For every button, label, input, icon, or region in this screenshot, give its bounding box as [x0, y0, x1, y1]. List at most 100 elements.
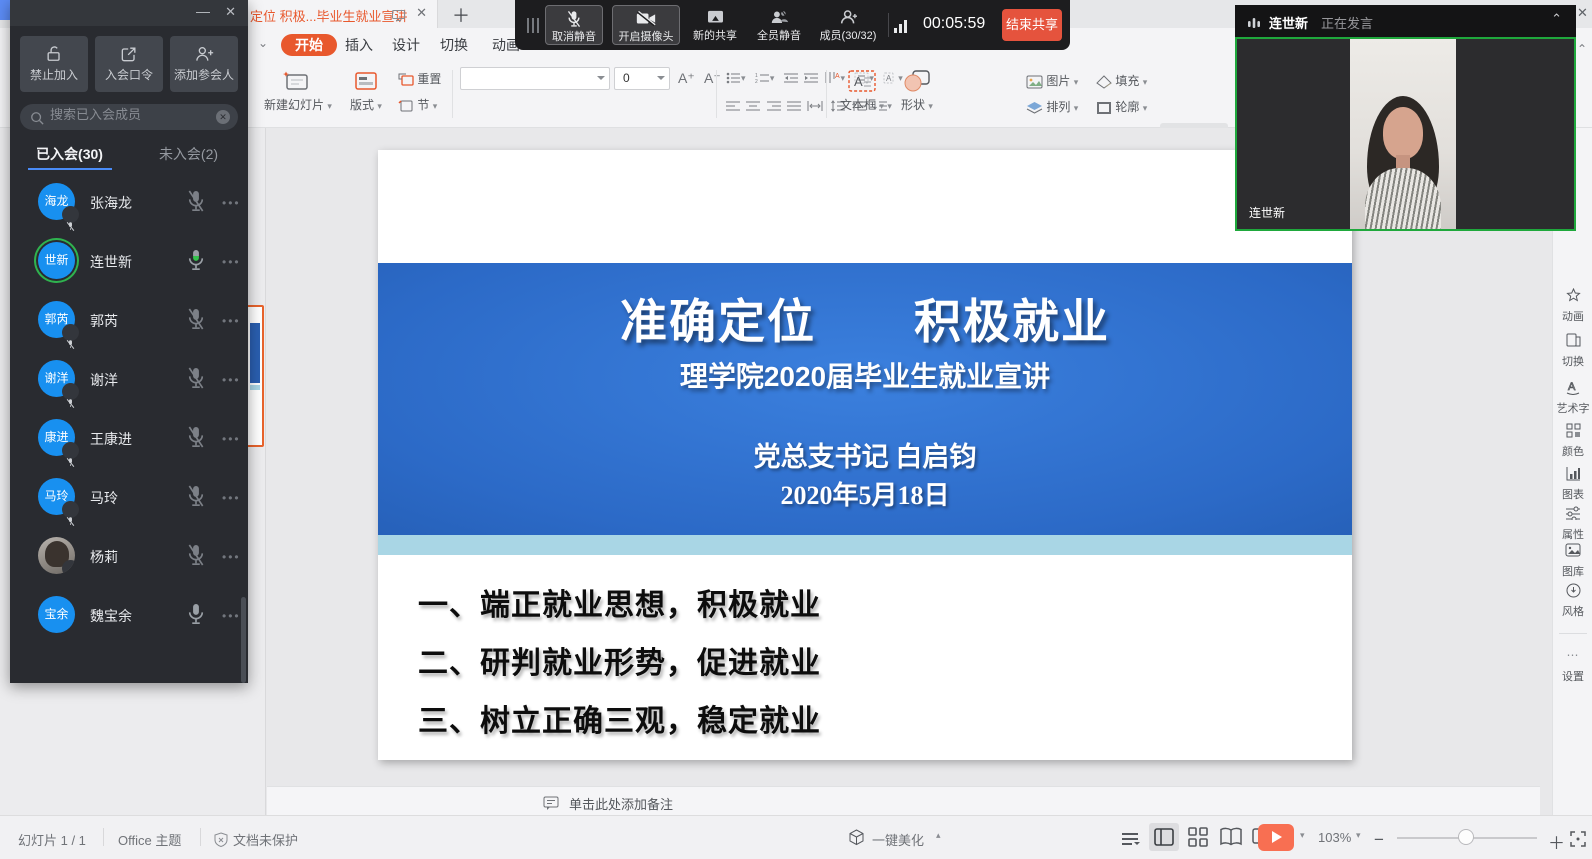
reset-button[interactable]: 重置: [398, 70, 441, 87]
notes-bar[interactable]: 单击此处添加备注: [267, 786, 1540, 815]
mute-all-button[interactable]: 全员静音: [749, 5, 809, 45]
sidebar-wordart[interactable]: A 艺术字: [1553, 380, 1592, 416]
more-actions-icon[interactable]: •••: [222, 196, 241, 210]
sidebar-chart[interactable]: 图表: [1553, 466, 1592, 502]
mic-muted-icon[interactable]: [186, 189, 208, 215]
panel-titlebar[interactable]: — ✕: [10, 0, 248, 26]
video-header[interactable]: 连世新 正在发言 ⌃: [1235, 5, 1576, 37]
zoom-in-button[interactable]: ＋: [1548, 829, 1565, 854]
ribbon-collapse-corner-icon[interactable]: ⌃: [1577, 42, 1587, 56]
document-tab-close-icon[interactable]: ✕: [416, 5, 427, 21]
sidebar-style[interactable]: 风格: [1553, 583, 1592, 619]
speaker-video-window[interactable]: 连世新 正在发言 ⌃ 连世新: [1235, 5, 1576, 231]
font-size-combo[interactable]: 0: [614, 67, 670, 90]
tab-insert[interactable]: 插入: [345, 34, 373, 56]
more-actions-icon[interactable]: •••: [222, 373, 241, 387]
forbid-join-button[interactable]: 禁止加入: [20, 36, 88, 92]
increase-indent-icon[interactable]: [804, 70, 818, 84]
sidebar-gallery[interactable]: 图库: [1553, 543, 1592, 579]
decrease-font-button[interactable]: A⁻: [704, 70, 721, 87]
more-actions-icon[interactable]: •••: [222, 255, 241, 269]
meeting-code-button[interactable]: 入会口令: [95, 36, 163, 92]
view-reading-icon[interactable]: [1220, 827, 1242, 847]
more-actions-icon[interactable]: •••: [222, 491, 241, 505]
participant-row[interactable]: 马玲 马玲 •••: [10, 467, 248, 526]
tab-transition[interactable]: 切换: [440, 34, 468, 56]
participant-row[interactable]: 杨莉 •••: [10, 526, 248, 585]
tab-design[interactable]: 设计: [392, 34, 420, 56]
protection-status[interactable]: 文档未保护: [233, 830, 298, 849]
view-normal-icon[interactable]: [1154, 827, 1174, 847]
more-actions-icon[interactable]: •••: [222, 609, 241, 623]
meeting-control-bar[interactable]: 取消静音 开启摄像头 新的共享 全员静音 成员(30/32): [515, 0, 1070, 50]
members-button[interactable]: 成员(30/32): [815, 5, 881, 45]
mic-muted-icon[interactable]: [186, 366, 208, 392]
search-clear-icon[interactable]: ✕: [216, 110, 230, 124]
search-input[interactable]: [50, 107, 200, 122]
slide-speaker[interactable]: 党总支书记 白启钧: [378, 435, 1352, 474]
textbox-button[interactable]: A 文本框 ▾: [834, 66, 890, 113]
picture-button[interactable]: 图片 ▾: [1026, 72, 1078, 89]
increase-font-button[interactable]: A⁺: [678, 70, 695, 87]
play-dropdown-icon[interactable]: ▾: [1300, 830, 1305, 841]
zoom-out-button[interactable]: −: [1374, 830, 1384, 850]
arrange-button[interactable]: 排列 ▾: [1026, 98, 1078, 115]
slide-point-1[interactable]: 一、端正就业思想，积极就业: [418, 580, 1318, 624]
shapes-button[interactable]: 形状 ▾: [894, 66, 940, 113]
new-document-tab-button[interactable]: ＋: [452, 2, 470, 28]
zoom-percent[interactable]: 103%: [1318, 830, 1351, 845]
mic-muted-icon[interactable]: [186, 307, 208, 333]
more-actions-icon[interactable]: •••: [222, 432, 241, 446]
mic-on-icon[interactable]: [186, 602, 208, 628]
mic-muted-icon[interactable]: [186, 543, 208, 569]
mic-muted-icon[interactable]: [186, 425, 208, 451]
participant-row[interactable]: 康进 王康进 •••: [10, 408, 248, 467]
add-participant-button[interactable]: 添加参会人: [170, 36, 238, 92]
wps-home-tab-sliver[interactable]: [0, 0, 10, 20]
mic-muted-icon[interactable]: [186, 484, 208, 510]
section-button[interactable]: 节 ▾: [398, 96, 437, 113]
new-slide-button[interactable]: 新建幻灯片 ▾: [264, 66, 328, 113]
mic-speaking-icon[interactable]: [186, 248, 208, 274]
panel-scrollbar[interactable]: [241, 597, 246, 683]
zoom-slider-knob[interactable]: [1458, 829, 1474, 845]
outline-button[interactable]: 轮廓 ▾: [1096, 98, 1147, 115]
window-close-button[interactable]: ✕: [1577, 5, 1588, 21]
slide-point-3[interactable]: 三、树立正确三观，稳定就业: [418, 696, 1318, 740]
decrease-indent-icon[interactable]: [784, 70, 798, 84]
tab-home[interactable]: 开始: [281, 34, 337, 56]
slide-subtitle[interactable]: 理学院2020届毕业生就业宣讲: [378, 355, 1352, 395]
sidebar-properties[interactable]: 属性: [1553, 506, 1592, 542]
unmute-button[interactable]: 取消静音: [545, 5, 603, 45]
new-share-button[interactable]: 新的共享: [687, 5, 743, 45]
video-collapse-icon[interactable]: ⌃: [1551, 11, 1562, 27]
slide-title[interactable]: 准确定位 积极就业: [378, 283, 1352, 352]
align-right-icon[interactable]: [767, 98, 781, 112]
participant-row[interactable]: 谢洋 谢洋 •••: [10, 349, 248, 408]
justify-icon[interactable]: [787, 98, 801, 112]
slide[interactable]: 准确定位 积极就业 理学院2020届毕业生就业宣讲 党总支书记 白启钧 2020…: [378, 150, 1352, 760]
ribbon-collapse-icon[interactable]: ⌄: [258, 36, 268, 50]
tab-not-joined[interactable]: 未入会(2): [129, 144, 248, 164]
panel-minimize-icon[interactable]: —: [196, 3, 210, 19]
end-share-button[interactable]: 结束共享: [1002, 9, 1062, 41]
fill-button[interactable]: 填充 ▾: [1096, 72, 1147, 89]
align-center-icon[interactable]: [746, 98, 760, 112]
more-actions-icon[interactable]: •••: [222, 550, 241, 564]
theme-name[interactable]: Office 主题: [118, 830, 181, 849]
drag-handle-icon[interactable]: [527, 18, 539, 33]
participant-row[interactable]: 世新 连世新 •••: [10, 231, 248, 290]
slide-point-2[interactable]: 二、研判就业形势，促进就业: [418, 638, 1318, 682]
beautify-button[interactable]: 一键美化: [872, 830, 924, 849]
play-slideshow-button[interactable]: [1258, 824, 1294, 851]
sidebar-transition[interactable]: 切换: [1553, 333, 1592, 369]
bullet-list-icon[interactable]: [726, 70, 741, 84]
view-sorter-icon[interactable]: [1188, 827, 1208, 847]
more-actions-icon[interactable]: •••: [222, 314, 241, 328]
participant-row[interactable]: 郭芮 郭芮 •••: [10, 290, 248, 349]
participant-search[interactable]: ✕: [20, 104, 238, 130]
font-name-combo[interactable]: [460, 67, 610, 90]
zoom-dropdown-icon[interactable]: ▾: [1356, 830, 1361, 841]
participant-row[interactable]: 宝余 魏宝余 •••: [10, 585, 248, 644]
notes-placeholder[interactable]: 单击此处添加备注: [569, 794, 673, 813]
